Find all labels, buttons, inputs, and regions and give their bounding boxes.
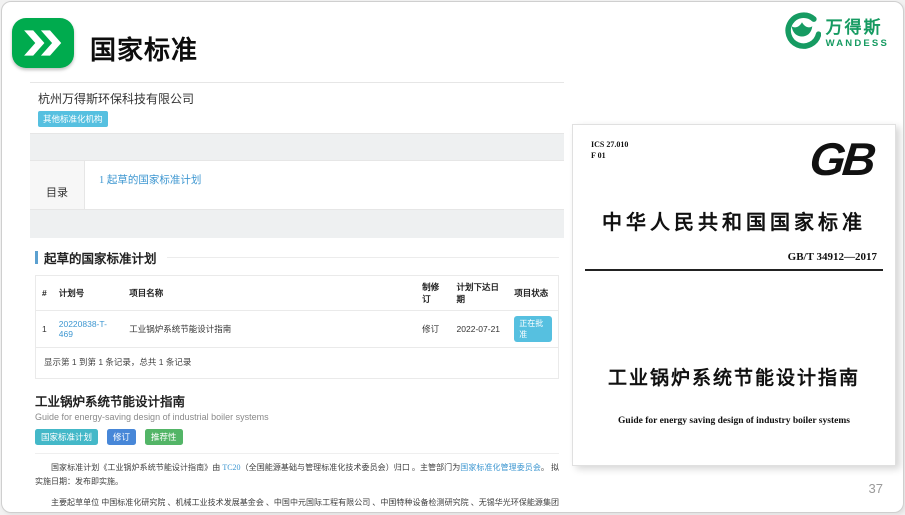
status-badge: 正在批准 bbox=[514, 316, 552, 342]
company-header: 杭州万得斯环保科技有限公司 其他标准化机构 bbox=[30, 82, 564, 134]
plan-table-header-row: # 计划号 项目名称 制修订 计划下达日期 项目状态 bbox=[36, 276, 559, 311]
table-record-count: 显示第 1 到第 1 条记录，总共 1 条记录 bbox=[35, 348, 559, 379]
cover-ics-code: ICS 27.010 bbox=[591, 139, 628, 150]
col-index: # bbox=[36, 276, 53, 311]
brand-name-cn: 万得斯 bbox=[826, 19, 889, 36]
col-issue-date: 计划下达日期 bbox=[451, 276, 509, 311]
double-chevron-icon bbox=[12, 18, 74, 68]
gb-standard-cover: ICS 27.010 F 01 GB 中华人民共和国国家标准 GB/T 3491… bbox=[572, 124, 896, 466]
standard-badges: 国家标准计划 修订 推荐性 bbox=[35, 427, 559, 454]
page-title: 国家标准 bbox=[90, 30, 198, 67]
cell-index: 1 bbox=[36, 311, 53, 348]
cell-revision-type: 修订 bbox=[416, 311, 450, 348]
paragraph-drafting-units: 主要起草单位 中国标准化研究院 、机械工业技术发展基金会 、中国中元国际工程有限… bbox=[35, 496, 559, 513]
standard-title-en: Guide for energy-saving design of indust… bbox=[35, 412, 559, 422]
slide: 国家标准 万得斯 WANDESS 杭州万得斯环保科技有限公司 其他标准化机构 目… bbox=[1, 1, 904, 513]
brand-name-en: WANDESS bbox=[826, 39, 889, 49]
paragraph-plan-info: 国家标准计划《工业锅炉系统节能设计指南》由 TC20（全国能源基础与管理标准化技… bbox=[35, 461, 559, 489]
toc-link[interactable]: 1 起草的国家标准计划 bbox=[99, 175, 201, 186]
plan-table: # 计划号 项目名称 制修订 计划下达日期 项目状态 1 20220838-T-… bbox=[35, 275, 559, 348]
tc20-link[interactable]: TC20 bbox=[222, 463, 240, 472]
plan-no-link[interactable]: 20220838-T-469 bbox=[59, 319, 107, 339]
company-name: 杭州万得斯环保科技有限公司 bbox=[38, 90, 556, 107]
sac-link[interactable]: 国家标准化管理委员会 bbox=[460, 463, 541, 472]
badge-recommended: 推荐性 bbox=[145, 429, 183, 445]
cover-standard-code: GB/T 34912—2017 bbox=[591, 251, 877, 263]
section-title-rule bbox=[167, 257, 559, 258]
cell-issue-date: 2022-07-21 bbox=[451, 311, 509, 348]
section-title: 起草的国家标准计划 bbox=[35, 248, 559, 267]
toc-card: 目录 1 起草的国家标准计划 bbox=[30, 160, 564, 210]
col-project-name: 项目名称 bbox=[123, 276, 416, 311]
page-number: 37 bbox=[869, 481, 883, 496]
wandess-leaf-icon bbox=[783, 12, 821, 55]
cover-subject-en: Guide for energy saving design of indust… bbox=[573, 416, 895, 426]
gb-logo: GB bbox=[808, 139, 875, 180]
col-status: 项目状态 bbox=[508, 276, 558, 311]
cell-project-name: 工业锅炉系统节能设计指南 bbox=[123, 311, 416, 348]
badge-revision: 修订 bbox=[107, 429, 136, 445]
badge-national-plan: 国家标准计划 bbox=[35, 429, 98, 445]
standard-plan-section: 起草的国家标准计划 # 计划号 项目名称 制修订 计划下达日期 项目状态 bbox=[30, 238, 564, 513]
cover-title: 中华人民共和国国家标准 bbox=[573, 206, 895, 235]
company-type-badge: 其他标准化机构 bbox=[38, 111, 108, 127]
section-title-bar bbox=[35, 251, 38, 264]
brand-logo: 万得斯 WANDESS bbox=[783, 12, 889, 55]
cover-doc-class: F 01 bbox=[591, 150, 628, 161]
cover-rule bbox=[585, 269, 883, 271]
standard-title-cn: 工业锅炉系统节能设计指南 bbox=[35, 391, 559, 410]
webpage-screenshot: 杭州万得斯环保科技有限公司 其他标准化机构 目录 1 起草的国家标准计划 起草的… bbox=[30, 82, 564, 512]
col-plan-no: 计划号 bbox=[53, 276, 123, 311]
toc-label: 目录 bbox=[30, 161, 85, 209]
table-row: 1 20220838-T-469 工业锅炉系统节能设计指南 修订 2022-07… bbox=[36, 311, 559, 348]
cover-subject-cn: 工业锅炉系统节能设计指南 bbox=[573, 363, 895, 390]
col-revision-type: 制修订 bbox=[416, 276, 450, 311]
